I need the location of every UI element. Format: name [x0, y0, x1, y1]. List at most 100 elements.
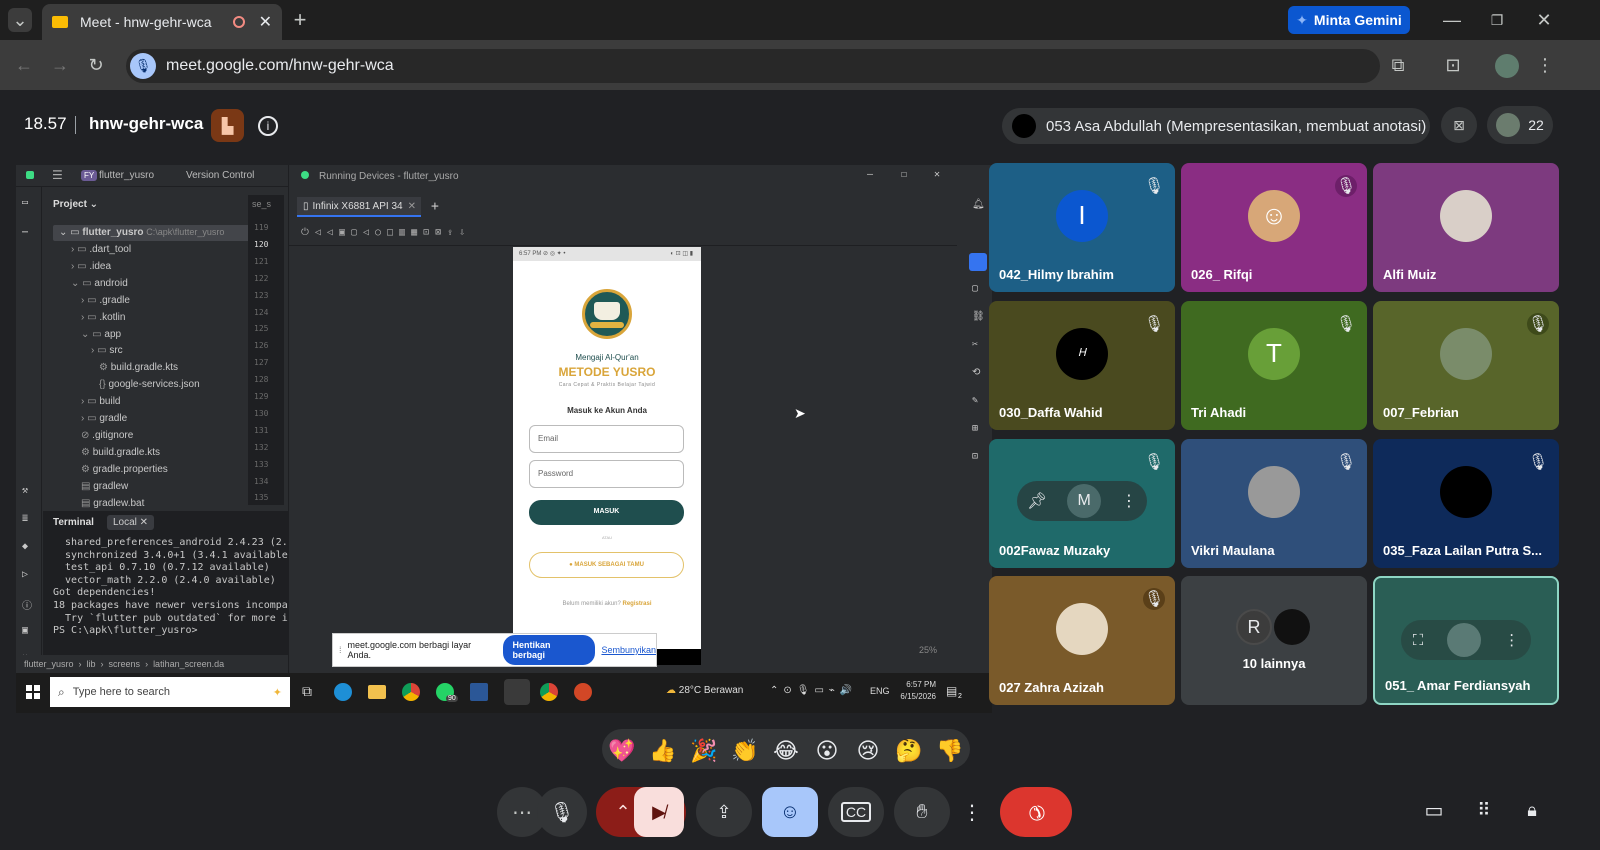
- meeting-info-icon[interactable]: i: [258, 116, 278, 136]
- more-options-icon[interactable]: ⋮: [1504, 631, 1519, 649]
- pin-icon[interactable]: 📌︎: [1027, 491, 1047, 511]
- hide-presentation-icon[interactable]: ⊠: [1441, 107, 1477, 143]
- edge-icon[interactable]: [334, 683, 352, 701]
- participant-tile-fawaz[interactable]: 📌︎ M ⋮ 🎙︎ 002Fawaz Muzaky: [989, 439, 1175, 568]
- minimize-window-icon[interactable]: —: [1440, 8, 1464, 32]
- gemini-tool-icon[interactable]: ◆: [22, 541, 28, 552]
- back-icon[interactable]: ←: [12, 53, 36, 77]
- android-studio-icon[interactable]: [504, 679, 530, 705]
- address-bar[interactable]: 🎙 meet.google.com/hnw-gehr-wca: [126, 49, 1380, 83]
- reaction-button[interactable]: 💖: [604, 738, 640, 764]
- tree-root[interactable]: ⌄ ▭ flutter_yusro C:\apk\flutter_yusro: [59, 227, 224, 238]
- tree-item[interactable]: › ▭ .dart_tool: [71, 244, 131, 255]
- notification-center-icon[interactable]: ▤: [946, 684, 957, 698]
- reactions-button[interactable]: ☺: [762, 787, 818, 837]
- tree-item[interactable]: ⚙ gradle.properties: [81, 464, 168, 475]
- rd-minimize-icon[interactable]: —: [867, 169, 873, 180]
- reload-icon[interactable]: ↻: [84, 53, 108, 77]
- participant-tile-amar[interactable]: ⛶ ⋮ 051_ Amar Ferdiansyah: [1373, 576, 1559, 705]
- participant-tile-others[interactable]: R 10 lainnya: [1181, 576, 1367, 705]
- capture-tool-icon[interactable]: ⊡: [972, 451, 978, 462]
- drag-handle-icon[interactable]: ⁞: [339, 645, 342, 655]
- gemini-button[interactable]: ✦ Minta Gemini: [1288, 6, 1410, 34]
- participant-tile-vikri[interactable]: 🎙︎ Vikri Maulana: [1181, 439, 1367, 568]
- leave-call-button[interactable]: ✆: [1000, 787, 1072, 837]
- logcat-tool-icon[interactable]: ≣: [22, 513, 28, 524]
- terminal-tab[interactable]: Terminal: [53, 517, 94, 528]
- tree-item[interactable]: › ▭ src: [91, 345, 123, 356]
- tree-item[interactable]: › ▭ .gradle: [81, 295, 130, 306]
- tree-item[interactable]: › ▭ build: [81, 396, 120, 407]
- running-devices-tool-icon[interactable]: [969, 253, 987, 271]
- participant-tile-zahra[interactable]: 🎙︎ 027 Zahra Azizah: [989, 576, 1175, 705]
- participant-tile-rifqi[interactable]: ☺ 🎙︎ 026_ Rifqi: [1181, 163, 1367, 292]
- restore-window-icon[interactable]: ❐: [1485, 8, 1509, 32]
- tree-item[interactable]: › ▭ gradle: [81, 413, 127, 424]
- present-screen-button[interactable]: ⇪: [696, 787, 752, 837]
- email-field[interactable]: Email: [529, 425, 684, 453]
- presenter-chip[interactable]: 053 Asa Abdullah (Mempresentasikan, memb…: [1002, 108, 1430, 144]
- participant-tile-febrian[interactable]: 🎙︎ 007_Febrian: [1373, 301, 1559, 430]
- terminal-tool-icon[interactable]: ▣: [22, 625, 28, 636]
- taskbar-clock[interactable]: 6:57 PM 6/15/2026: [892, 679, 936, 703]
- crumb-file[interactable]: latihan_screen.da: [153, 659, 224, 669]
- browser-menu-icon[interactable]: ⋮: [1533, 53, 1557, 77]
- participant-tile-daffa[interactable]: Ꮋ 🎙︎ 030_Daffa Wahid: [989, 301, 1175, 430]
- tree-item[interactable]: ⌄ ▭ android: [71, 278, 128, 289]
- reaction-button[interactable]: 👍: [645, 738, 681, 764]
- inspect-tool-icon[interactable]: ⊞: [972, 423, 978, 434]
- reaction-button[interactable]: 👏: [727, 738, 763, 764]
- participant-tile-alfi[interactable]: Alfi Muiz: [1373, 163, 1559, 292]
- crumb-screens[interactable]: screens: [109, 659, 141, 669]
- participant-tile-tri[interactable]: T 🎙︎ Tri Ahadi: [1181, 301, 1367, 430]
- more-options-icon[interactable]: ⋮: [1121, 491, 1137, 511]
- reaction-button[interactable]: 🎉: [686, 738, 722, 764]
- extensions-icon[interactable]: ⧉: [1386, 53, 1410, 77]
- tree-item[interactable]: › ▭ .kotlin: [81, 312, 125, 323]
- rd-close-icon[interactable]: ✕: [934, 169, 940, 180]
- tab-search-icon[interactable]: ⌄: [8, 8, 32, 32]
- camera-toggle-button[interactable]: ▶︎̸: [634, 787, 684, 837]
- phone-screen[interactable]: 6:57 PM ⊘ ◎ ✦ • ◐ ⊡ ◫ ▮ Mengaji Al-Qur'a…: [513, 247, 701, 665]
- ide-menu-icon[interactable]: ☰: [52, 168, 63, 182]
- more-options-button[interactable]: ⋮: [950, 787, 994, 837]
- tree-item[interactable]: ⌄ ▭ app: [81, 329, 121, 340]
- project-panel-title[interactable]: Project ⌄: [53, 199, 98, 210]
- link-tool-icon[interactable]: ⛓: [972, 311, 985, 322]
- project-tool-icon[interactable]: ▭: [22, 197, 28, 208]
- participants-button[interactable]: 22: [1487, 106, 1553, 144]
- weather-widget[interactable]: ☁ 28°C Berawan: [666, 685, 743, 696]
- hide-banner-link[interactable]: Sembunyikan: [601, 645, 656, 655]
- device-tab[interactable]: ▯ Infinix X6881 API 34 ✕: [297, 197, 421, 217]
- crumb-project[interactable]: flutter_yusro: [24, 659, 74, 669]
- chrome-icon[interactable]: [402, 683, 420, 701]
- build-tool-icon[interactable]: ⚒: [22, 485, 28, 496]
- frame-icon[interactable]: ⛶: [1413, 632, 1424, 649]
- problems-tool-icon[interactable]: ⓘ: [22, 597, 32, 612]
- tree-item[interactable]: ⚙ build.gradle.kts: [99, 362, 178, 373]
- scissors-tool-icon[interactable]: ✂: [972, 339, 978, 350]
- file-explorer-icon[interactable]: [368, 685, 386, 699]
- powerpoint-icon[interactable]: [574, 683, 592, 701]
- windows-start-icon[interactable]: [26, 685, 40, 699]
- device-manager-tool-icon[interactable]: ▢: [972, 283, 978, 294]
- reaction-button[interactable]: 😂: [768, 738, 804, 764]
- reaction-button[interactable]: 👎: [932, 738, 968, 764]
- version-control-menu[interactable]: Version Control: [186, 170, 254, 181]
- reaction-button[interactable]: 😮: [809, 738, 845, 764]
- password-field[interactable]: Password: [529, 460, 684, 488]
- terminal-output[interactable]: shared_preferences_android 2.4.23 (2.4 s…: [53, 537, 306, 638]
- captions-button[interactable]: CC: [828, 787, 884, 837]
- project-switcher[interactable]: flutter_yusro: [99, 170, 154, 181]
- taskbar-search[interactable]: ⌕ Type here to search ✦: [50, 677, 290, 707]
- microphone-button[interactable]: 🎙︎: [537, 787, 587, 837]
- chrome-profile-icon[interactable]: [540, 683, 558, 701]
- guest-login-button[interactable]: ● MASUK SEBAGAI TAMU: [529, 552, 684, 578]
- tree-item[interactable]: ▤ gradlew: [81, 481, 128, 492]
- login-button[interactable]: MASUK: [529, 500, 684, 525]
- system-tray-icons[interactable]: ⌃⊙🎙▭⌁🔊: [770, 685, 857, 696]
- tab-close-icon[interactable]: ✕: [259, 12, 272, 32]
- screenshot-icon[interactable]: ⊡: [1441, 53, 1465, 77]
- history-tool-icon[interactable]: ⟲: [972, 367, 980, 378]
- tree-item[interactable]: › ▭ .idea: [71, 261, 111, 272]
